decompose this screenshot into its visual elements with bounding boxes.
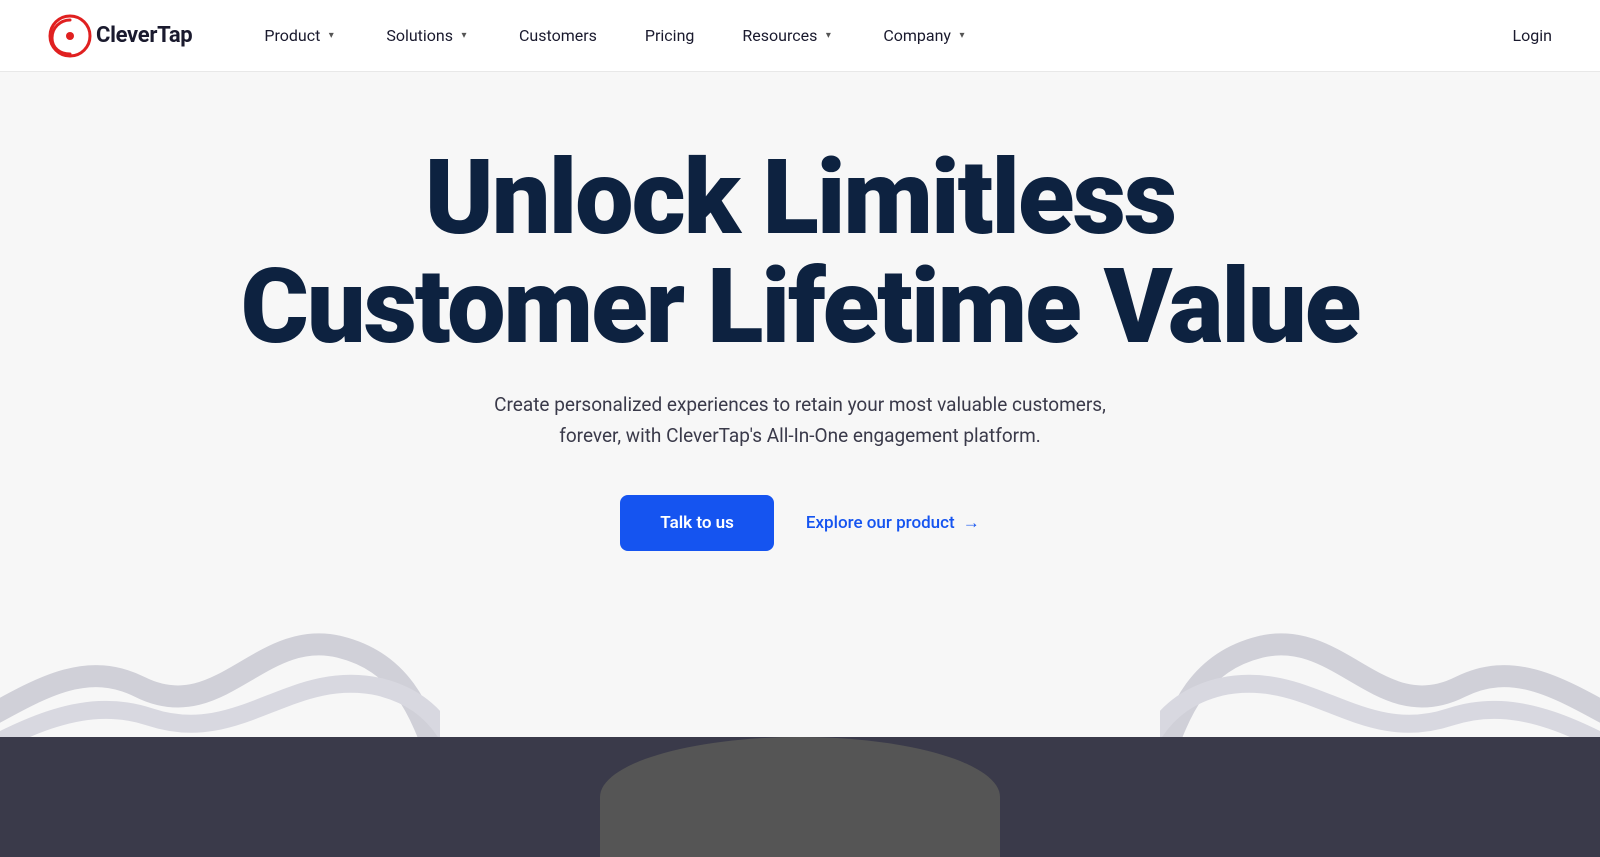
bottom-strip-inner [600, 737, 1000, 857]
wave-left-decoration [0, 447, 440, 737]
nav-item-resources[interactable]: Resources ▾ [718, 0, 859, 72]
chevron-down-icon: ▾ [821, 29, 835, 43]
login-button[interactable]: Login [1513, 26, 1552, 45]
chevron-down-icon: ▾ [457, 29, 471, 43]
nav-links: Product ▾ Solutions ▾ Customers Pricing … [240, 0, 1512, 72]
nav-item-company[interactable]: Company ▾ [859, 0, 993, 72]
arrow-icon: → [963, 513, 980, 533]
hero-section: Unlock Limitless Customer Lifetime Value… [0, 72, 1600, 737]
chevron-down-icon: ▾ [324, 29, 338, 43]
bottom-strip [0, 737, 1600, 857]
chevron-down-icon: ▾ [955, 29, 969, 43]
nav-item-product[interactable]: Product ▾ [240, 0, 362, 72]
talk-to-us-button[interactable]: Talk to us [620, 495, 774, 551]
nav-item-customers[interactable]: Customers [495, 0, 621, 72]
logo-text: CleverTap [96, 23, 192, 48]
main-nav: CleverTap Product ▾ Solutions ▾ Customer… [0, 0, 1600, 72]
hero-subtitle: Create personalized experiences to retai… [490, 390, 1110, 451]
logo[interactable]: CleverTap [48, 14, 192, 58]
explore-product-link[interactable]: Explore our product → [806, 513, 980, 533]
nav-item-solutions[interactable]: Solutions ▾ [362, 0, 495, 72]
nav-item-pricing[interactable]: Pricing [621, 0, 719, 72]
hero-cta-group: Talk to us Explore our product → [620, 495, 979, 551]
hero-headline: Unlock Limitless Customer Lifetime Value [201, 144, 1400, 362]
wave-right-decoration [1160, 447, 1600, 737]
